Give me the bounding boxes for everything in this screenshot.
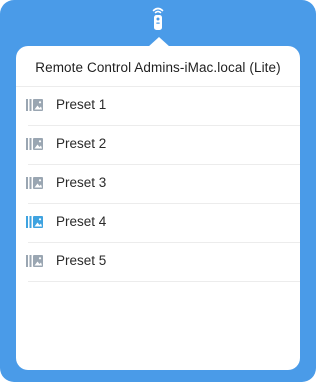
preset-item-5[interactable]: Preset 5	[16, 243, 300, 282]
divider	[28, 281, 300, 282]
preset-icon	[26, 138, 43, 150]
preset-item-2[interactable]: Preset 2	[16, 126, 300, 165]
preset-icon	[26, 177, 43, 189]
preset-item-1[interactable]: Preset 1	[16, 87, 300, 126]
preset-icon	[26, 255, 43, 267]
remote-control-icon[interactable]	[149, 5, 167, 31]
preset-label: Preset 1	[56, 97, 107, 112]
app-window: Remote Control Admins-iMac.local (Lite) …	[0, 0, 316, 382]
preset-label: Preset 3	[56, 175, 107, 190]
preset-label: Preset 4	[56, 214, 107, 229]
preset-icon	[26, 99, 43, 111]
preset-item-3[interactable]: Preset 3	[16, 165, 300, 204]
preset-item-4[interactable]: Preset 4	[16, 204, 300, 243]
preset-label: Preset 2	[56, 136, 107, 151]
presets-list: Preset 1 Preset 2 Preset 3 Preset 4 Pres…	[16, 87, 300, 282]
preset-label: Preset 5	[56, 253, 107, 268]
popover-title: Remote Control Admins-iMac.local (Lite)	[35, 60, 281, 75]
preset-active-icon	[26, 216, 43, 228]
presets-popover: Remote Control Admins-iMac.local (Lite) …	[16, 46, 300, 370]
